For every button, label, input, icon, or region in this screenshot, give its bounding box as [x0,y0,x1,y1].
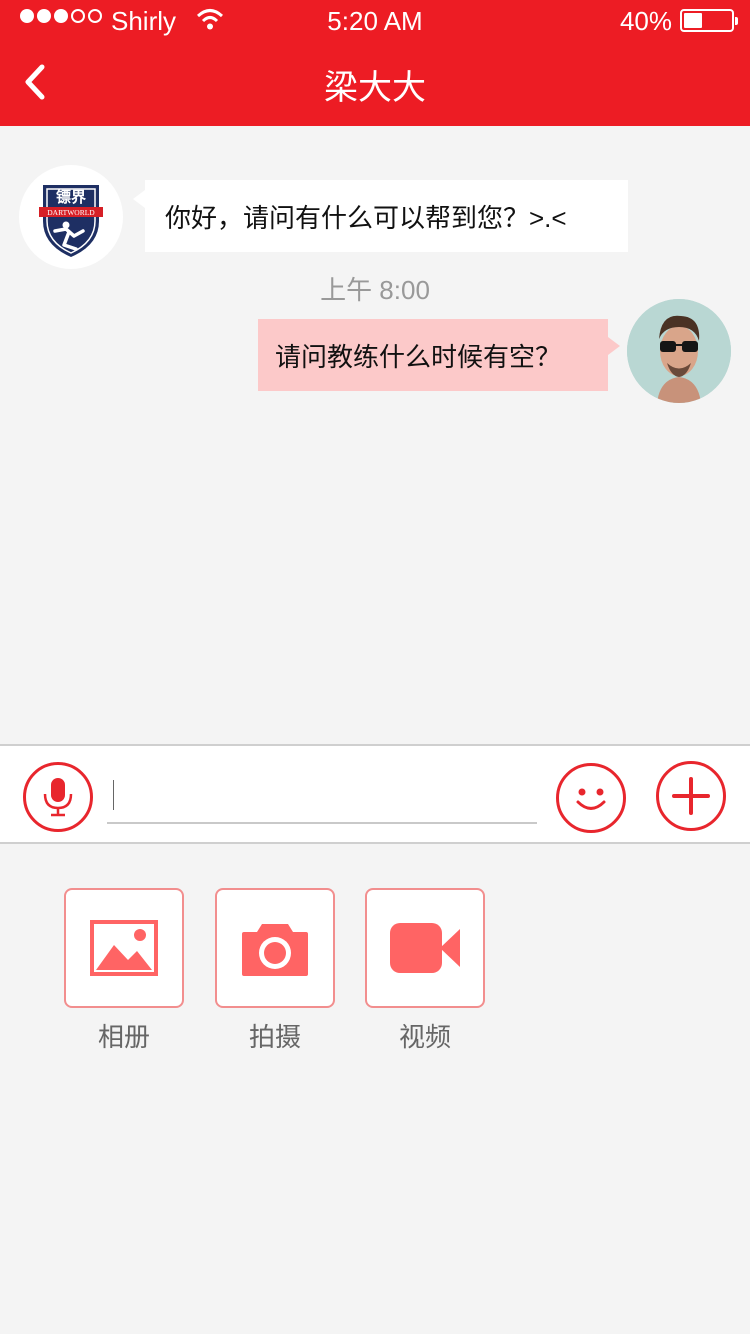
svg-text:DARTWORLD: DARTWORLD [47,208,95,217]
plus-icon [672,777,710,815]
coach-avatar[interactable]: 镖界 DARTWORLD [19,165,123,269]
chat-area[interactable]: 镖界 DARTWORLD 你好，请问有什么可以帮到您？>.< 上午 8:00 请… [0,126,750,744]
album-label: 相册 [97,1022,150,1052]
svg-text:镖界: 镖界 [56,188,86,206]
camera-icon [242,924,308,976]
battery-icon [680,9,738,32]
camera-tile[interactable] [215,888,335,1008]
image-icon [90,920,158,976]
smiley-icon [576,788,606,810]
dartworld-logo-icon: 镖界 DARTWORLD [39,185,103,257]
video-button[interactable]: 视频 [365,888,485,1054]
camera-label: 拍摄 [248,1022,301,1052]
album-tile[interactable] [64,888,184,1008]
text-caret [113,780,114,810]
emoji-button[interactable] [556,763,626,833]
camera-button[interactable]: 拍摄 [215,888,335,1054]
message-text: 请问教练什么时候有空？ [275,341,562,372]
user-avatar[interactable] [627,299,731,403]
incoming-message-bubble[interactable]: 你好，请问有什么可以帮到您？>.< [133,180,628,252]
voice-input-button[interactable] [23,762,93,832]
microphone-icon [43,778,73,817]
page-title: 梁大大 [324,69,426,107]
video-icon [390,923,460,973]
video-tile[interactable] [365,888,485,1008]
message-input[interactable] [107,762,537,824]
album-button[interactable]: 相册 [64,888,184,1054]
back-chevron-icon[interactable] [18,60,54,104]
message-composer [0,744,750,844]
outgoing-message-bubble[interactable]: 请问教练什么时候有空？ [258,319,620,391]
app-header: Shirly 5:20 AM 40% 梁大大 [0,0,750,126]
attachment-panel: 相册 拍摄 视频 [0,844,750,1334]
message-timestamp: 上午 8:00 [320,275,430,305]
more-options-button[interactable] [656,761,726,831]
battery-percent: 40% [619,6,672,36]
message-text: 你好，请问有什么可以帮到您？>.< [165,202,567,233]
status-bar: Shirly 5:20 AM 40% [0,0,750,40]
user-photo [627,299,731,403]
video-label: 视频 [398,1022,451,1052]
